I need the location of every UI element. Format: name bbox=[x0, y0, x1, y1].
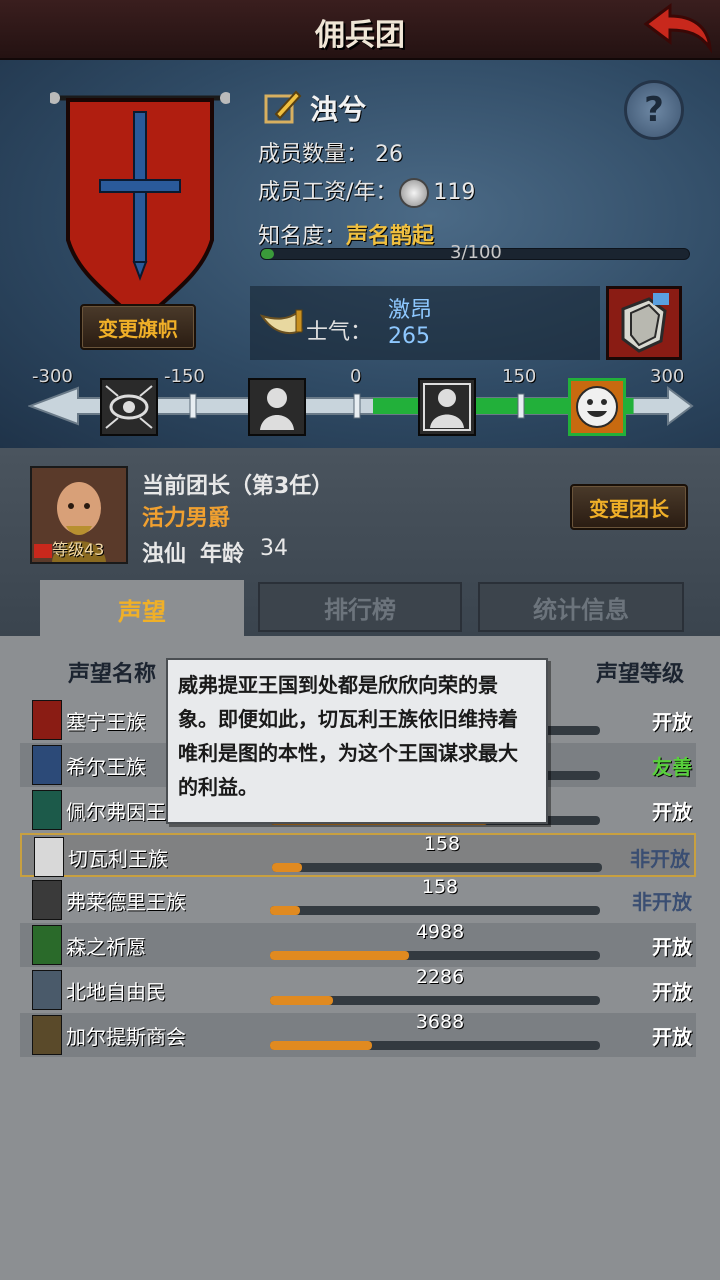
faction-name: 北地自由民 bbox=[66, 980, 166, 1004]
faction-tooltip: 威弗提亚王国到处都是欣欣向荣的景象。即便如此，切瓦利王族依旧维持着唯利是图的本性… bbox=[166, 658, 548, 824]
morale-label: 士气： bbox=[306, 320, 373, 345]
faction-crest-icon bbox=[34, 837, 64, 877]
reputation-status: 开放 bbox=[652, 1025, 692, 1049]
faction-crest-icon bbox=[32, 745, 62, 785]
faction-name: 塞宁王族 bbox=[66, 710, 146, 734]
fame-progress-fill bbox=[261, 249, 274, 259]
faction-row[interactable]: 北地自由民 2286 开放 bbox=[20, 966, 696, 1012]
help-icon[interactable]: ? bbox=[624, 80, 684, 140]
reputation-bar bbox=[270, 906, 600, 915]
reputation-bar-fill bbox=[270, 951, 409, 960]
horn-icon bbox=[259, 308, 304, 340]
faction-name: 加尔提斯商会 bbox=[66, 1025, 186, 1049]
leader-level-badge: 等级43 bbox=[34, 536, 104, 560]
faction-crest-icon bbox=[32, 1015, 62, 1055]
reputation-value: 158 bbox=[421, 876, 459, 898]
morale-value: 265 bbox=[388, 324, 430, 349]
reputation-value: 3688 bbox=[415, 1011, 465, 1033]
level-icon bbox=[34, 543, 52, 558]
reputation-status: 非开放 bbox=[632, 890, 692, 914]
faction-name: 切瓦利王族 bbox=[68, 847, 168, 871]
company-name: 浊兮 bbox=[310, 93, 367, 126]
column-header-level: 声望等级 bbox=[596, 662, 685, 687]
faction-name: 森之祈愿 bbox=[66, 935, 146, 959]
column-header-name: 声望名称 bbox=[68, 662, 157, 687]
reputation-bar-fill bbox=[272, 863, 302, 872]
reputation-bar-fill bbox=[270, 996, 333, 1005]
reputation-status: 开放 bbox=[652, 980, 692, 1004]
faction-crest-icon bbox=[32, 880, 62, 920]
reputation-bar-fill bbox=[270, 906, 300, 915]
calm-mood-icon bbox=[418, 378, 476, 436]
shield-flag-button[interactable] bbox=[606, 286, 682, 360]
reputation-status: 友善 bbox=[652, 755, 692, 779]
faction-row[interactable]: 加尔提斯商会 3688 开放 bbox=[20, 1011, 696, 1057]
reputation-bar bbox=[270, 1041, 600, 1050]
fame-progress-text: 3/100 bbox=[450, 242, 502, 263]
faction-name: 弗莱德里王族 bbox=[66, 890, 186, 914]
leader-name: 浊仙 bbox=[142, 542, 187, 567]
despair-mood-icon bbox=[248, 378, 306, 436]
tab-statistics[interactable]: 统计信息 bbox=[478, 582, 684, 632]
reputation-value: 4988 bbox=[415, 921, 465, 943]
reputation-bar-fill bbox=[270, 1041, 373, 1050]
leader-panel: 等级43 当前团长（第3任） 活力男爵 浊仙 年龄 34 变更团长 声望 排行榜… bbox=[0, 448, 720, 638]
leader-age-label: 年龄 bbox=[200, 542, 245, 567]
reputation-status: 开放 bbox=[652, 800, 692, 824]
header-bar: 佣兵团 bbox=[0, 0, 720, 60]
tab-reputation[interactable]: 声望 bbox=[40, 580, 244, 638]
faction-row[interactable]: 森之祈愿 4988 开放 bbox=[20, 921, 696, 967]
leader-age: 34 bbox=[260, 536, 288, 561]
leader-class: 活力男爵 bbox=[142, 506, 231, 531]
reputation-bar bbox=[272, 863, 602, 872]
back-arrow-icon[interactable] bbox=[640, 2, 714, 56]
fame-line: 知名度：声名鹊起 bbox=[258, 224, 435, 249]
faction-crest-icon bbox=[32, 790, 62, 830]
morale-state: 激昂 bbox=[388, 298, 433, 323]
wage-line: 成员工资/年： 119 bbox=[258, 174, 475, 208]
members-line: 成员数量： 26 bbox=[258, 142, 404, 167]
edit-name-icon[interactable] bbox=[262, 86, 302, 126]
company-banner bbox=[48, 90, 232, 330]
faction-row[interactable]: 弗莱德里王族 158 非开放 bbox=[20, 876, 696, 922]
change-banner-button[interactable]: 变更旗帜 bbox=[80, 304, 196, 350]
reputation-status: 开放 bbox=[652, 710, 692, 734]
faction-crest-icon bbox=[32, 925, 62, 965]
faction-crest-icon bbox=[32, 700, 62, 740]
reputation-value: 158 bbox=[423, 833, 461, 855]
faction-crest-icon bbox=[32, 970, 62, 1010]
leader-title: 当前团长（第3任） bbox=[142, 474, 334, 499]
faction-row[interactable]: 切瓦利王族 158 非开放 bbox=[20, 833, 696, 877]
reputation-bar bbox=[270, 996, 600, 1005]
silver-coin-icon bbox=[399, 178, 430, 208]
change-leader-button[interactable]: 变更团长 bbox=[570, 484, 688, 530]
reputation-status: 开放 bbox=[652, 935, 692, 959]
faction-name: 佩尔弗因王 bbox=[66, 800, 166, 824]
tab-leaderboard[interactable]: 排行榜 bbox=[258, 582, 462, 632]
happy-mood-icon bbox=[568, 378, 626, 436]
reputation-status: 非开放 bbox=[630, 847, 690, 871]
faction-name: 希尔王族 bbox=[66, 755, 146, 779]
broken-eye-mood-icon bbox=[100, 378, 158, 436]
page-title: 佣兵团 bbox=[315, 18, 405, 53]
company-info-panel: 变更旗帜 浊兮 ? 成员数量： 26 成员工资/年： 119 知名度：声名鹊起 3… bbox=[0, 60, 720, 448]
reputation-bar bbox=[270, 951, 600, 960]
reputation-value: 2286 bbox=[415, 966, 465, 988]
